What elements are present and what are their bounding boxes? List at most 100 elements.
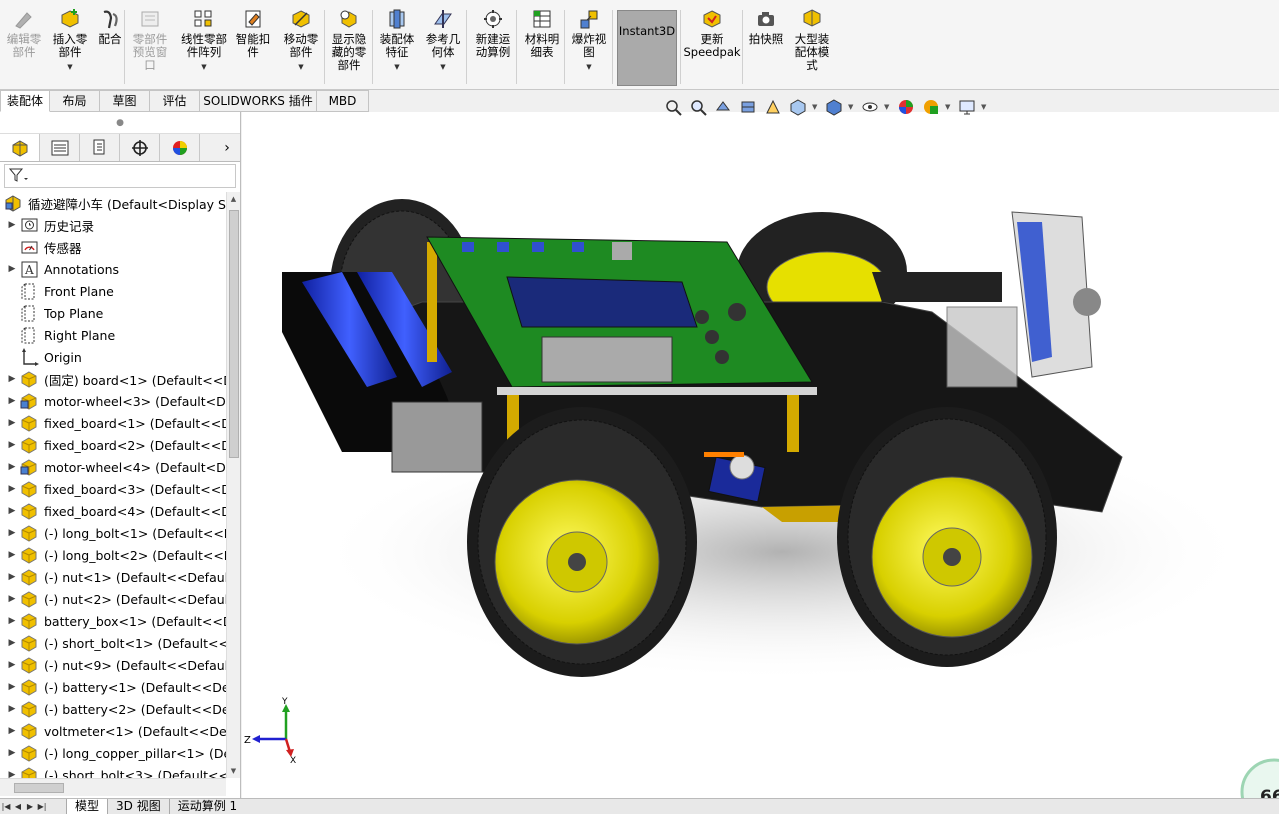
smart-fasteners-button[interactable]: 智能扣 件 — [232, 8, 274, 86]
chevron-down-icon[interactable]: ▼ — [586, 61, 591, 74]
tab-5[interactable]: MBD — [317, 90, 369, 112]
tree-item[interactable]: ▶ (-) long_bolt<1> (Default<<De — [0, 522, 226, 544]
insert-component-button[interactable]: 插入零 部件 ▼ — [48, 8, 92, 86]
expand-arrow-icon[interactable]: ▶ — [4, 616, 20, 626]
tree-item[interactable]: ▶ A Annotations — [0, 258, 226, 280]
tree-vertical-scrollbar[interactable]: ▲ ▼ — [226, 192, 240, 778]
assembly-features-button[interactable]: 装配体 特征 ▼ — [376, 8, 418, 86]
scroll-thumb[interactable] — [229, 210, 239, 458]
speedpak-button[interactable]: 更新 Speedpak — [683, 8, 741, 86]
tab-3[interactable]: 评估 — [150, 90, 200, 112]
expand-arrow-icon[interactable]: ▶ — [4, 418, 20, 428]
section-view-icon[interactable] — [737, 96, 759, 118]
prev-tab-arrow-icon[interactable]: ◀ — [12, 800, 24, 814]
tree-item[interactable]: ▶ (-) battery<1> (Default<<Defa — [0, 676, 226, 698]
bottom-tab-2[interactable]: 运动算例 1 — [168, 798, 245, 814]
expand-arrow-icon[interactable]: ▶ — [4, 264, 20, 274]
expand-arrow-icon[interactable]: ▶ — [4, 528, 20, 538]
large-assembly-button[interactable]: 大型装 配体模 式 — [790, 8, 834, 86]
expand-arrow-icon[interactable]: ▶ — [4, 682, 20, 692]
tree-item[interactable]: ▶ (-) long_bolt<2> (Default<<De — [0, 544, 226, 566]
tab-0[interactable]: 装配体 — [0, 90, 50, 112]
chevron-down-icon[interactable]: ▼ — [440, 61, 445, 74]
tab-property-manager[interactable] — [40, 134, 80, 161]
tree-item[interactable]: Right Plane — [0, 324, 226, 346]
tree-item[interactable]: ▶ fixed_board<2> (Default<<De — [0, 434, 226, 456]
hscroll-thumb[interactable] — [14, 783, 64, 793]
tab-feature-manager[interactable] — [0, 134, 40, 161]
chevron-down-icon[interactable]: ▼ — [945, 103, 953, 111]
tree-item[interactable]: 传感器 — [0, 236, 226, 258]
display-style-icon[interactable] — [823, 96, 845, 118]
show-hidden-button[interactable]: 显示隐 藏的零 部件 — [328, 8, 370, 86]
expand-arrow-icon[interactable]: ▶ — [4, 440, 20, 450]
expand-arrow-icon[interactable]: ▶ — [4, 726, 20, 736]
tab-2[interactable]: 草图 — [100, 90, 150, 112]
tree-item[interactable]: ▶ (固定) board<1> (Default<<D — [0, 368, 226, 390]
new-motion-study-button[interactable]: 新建运 动算例 — [470, 8, 516, 86]
hide-show-items-icon[interactable] — [859, 96, 881, 118]
exploded-view-button[interactable]: 爆炸视 图 ▼ — [568, 8, 610, 86]
tree-item[interactable]: ▶ (-) nut<2> (Default<<Default> — [0, 588, 226, 610]
mate-button[interactable]: 配合 — [96, 8, 124, 86]
tree-item[interactable]: Front Plane — [0, 280, 226, 302]
front-right-wheel[interactable] — [837, 407, 1057, 667]
reference-geometry-button[interactable]: 参考几 何体 ▼ — [420, 8, 466, 86]
panel-grip[interactable]: ● — [0, 112, 240, 134]
tree-item[interactable]: ▶ (-) short_bolt<3> (Default<<D — [0, 764, 226, 778]
expand-arrow-icon[interactable]: ▶ — [4, 638, 20, 648]
tab-configuration-manager[interactable] — [80, 134, 120, 161]
chevron-down-icon[interactable]: ▼ — [67, 61, 72, 74]
view-triad[interactable] — [252, 704, 294, 757]
expand-arrow-icon[interactable]: ▶ — [4, 572, 20, 582]
last-tab-arrow-icon[interactable]: ▶| — [36, 800, 48, 814]
tree-item[interactable]: ▶ (-) nut<9> (Default<<Default> — [0, 654, 226, 676]
tree-item[interactable]: ▶ battery_box<1> (Default<<De — [0, 610, 226, 632]
chevron-down-icon[interactable]: ▼ — [812, 103, 820, 111]
expand-arrow-icon[interactable]: ▶ — [4, 770, 20, 778]
chevron-down-icon[interactable]: ▼ — [981, 103, 989, 111]
tab-dimxpert-manager[interactable] — [120, 134, 160, 161]
tree-item[interactable]: ▶ (-) nut<1> (Default<<Default> — [0, 566, 226, 588]
bottom-tab-1[interactable]: 3D 视图 — [107, 798, 169, 814]
move-component-button[interactable]: 移动零 部件 ▼ — [278, 8, 324, 86]
previous-view-icon[interactable] — [712, 96, 734, 118]
edit-component-button[interactable]: 编辑零 部件 — [2, 8, 46, 86]
graphics-viewport[interactable]: Z Y X 66 — [242, 112, 1279, 798]
tree-item[interactable]: ▶ (-) long_copper_pillar<1> (De — [0, 742, 226, 764]
tree-item[interactable]: ▶ motor-wheel<4> (Default<Dis — [0, 456, 226, 478]
next-tab-arrow-icon[interactable]: ▶ — [24, 800, 36, 814]
chevron-down-icon[interactable]: ▼ — [394, 61, 399, 74]
expand-arrow-icon[interactable]: ▶ — [4, 594, 20, 604]
chevron-right-icon[interactable]: › — [214, 134, 240, 161]
tree-item[interactable]: ▶ 历史记录 — [0, 214, 226, 236]
tab-4[interactable]: SOLIDWORKS 插件 — [200, 90, 317, 112]
chevron-down-icon[interactable]: ▼ — [884, 103, 892, 111]
chevron-down-icon[interactable]: ▼ — [298, 61, 303, 74]
tree-item[interactable]: ▶ fixed_board<1> (Default<<De — [0, 412, 226, 434]
tree-item[interactable]: ▶ (-) short_bolt<1> (Default<<D — [0, 632, 226, 654]
expand-arrow-icon[interactable]: ▶ — [4, 748, 20, 758]
bill-of-materials-button[interactable]: 材料明 细表 — [520, 8, 564, 86]
snapshot-button[interactable]: 拍快照 — [746, 8, 786, 86]
model-render[interactable]: Z Y X 66 — [242, 112, 1279, 798]
first-tab-arrow-icon[interactable]: |◀ — [0, 800, 12, 814]
expand-arrow-icon[interactable]: ▶ — [4, 396, 20, 406]
tree-filter-input[interactable] — [4, 164, 236, 188]
instant3d-button[interactable]: Instant3D — [617, 10, 677, 86]
tree-item[interactable]: ▶ (-) battery<2> (Default<<Defa — [0, 698, 226, 720]
view-settings-icon[interactable] — [956, 96, 978, 118]
front-left-wheel[interactable] — [467, 407, 697, 677]
expand-arrow-icon[interactable]: ▶ — [4, 660, 20, 670]
expand-arrow-icon[interactable]: ▶ — [4, 374, 20, 384]
zoom-to-area-icon[interactable] — [687, 96, 709, 118]
zoom-to-fit-icon[interactable] — [662, 96, 684, 118]
tree-horizontal-scrollbar[interactable] — [0, 778, 226, 796]
tree-item[interactable]: ▶ voltmeter<1> (Default<<Defa — [0, 720, 226, 742]
edit-appearance-icon[interactable] — [895, 96, 917, 118]
bottom-tab-0[interactable]: 模型 — [66, 798, 108, 814]
expand-arrow-icon[interactable]: ▶ — [4, 462, 20, 472]
dynamic-annotation-icon[interactable] — [762, 96, 784, 118]
tree-item[interactable]: Top Plane — [0, 302, 226, 324]
tree-root-assembly[interactable]: 循迹避障小车 (Default<Display Sta — [0, 192, 226, 214]
